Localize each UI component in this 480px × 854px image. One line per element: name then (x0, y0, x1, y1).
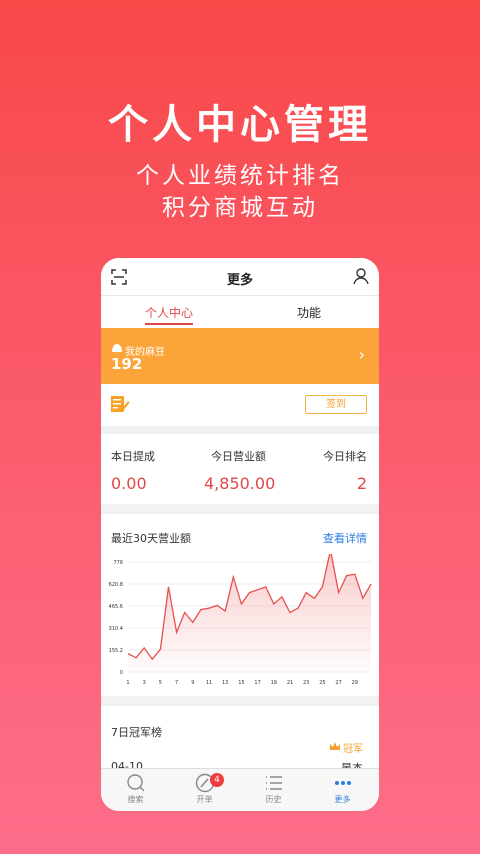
checkin-row: 签到 (101, 384, 379, 426)
x-tick-label: 23 (303, 680, 309, 686)
madou-value: 192 (111, 355, 143, 373)
y-tick-label: 0 (120, 670, 123, 676)
search-icon (126, 774, 144, 792)
chevron-right-icon: › (358, 345, 365, 364)
x-tick-label: 21 (287, 680, 293, 686)
tab-bar: 搜索 开单 4 历史 更多 (101, 768, 379, 811)
order-badge: 4 (210, 773, 224, 787)
x-tick-label: 9 (191, 680, 194, 686)
tab-order[interactable]: 开单 4 (170, 773, 239, 805)
promo-subtitle-1: 个人业绩统计排名 (136, 163, 344, 189)
user-icon[interactable] (353, 268, 369, 285)
checkin-button[interactable]: 签到 (305, 395, 367, 414)
list-icon (265, 776, 282, 790)
phone-screen: 更多 个人中心 功能 我的麻豆 192 › 签到 本日提成 0.00 今日营业额 (101, 258, 379, 811)
madou-card[interactable]: 我的麻豆 192 › (101, 328, 379, 384)
champion-board-title: 7日冠军榜 (111, 726, 162, 739)
y-tick-label: 620.8 (109, 582, 123, 588)
bean-icon (112, 344, 122, 352)
champion-tag: 冠军 (343, 744, 363, 755)
tab-search-label: 搜索 (127, 795, 144, 804)
tab-order-label: 开单 (196, 795, 213, 804)
rank-label: 今日排名 (323, 450, 367, 463)
daily-stats: 本日提成 0.00 今日营业额 4,850.00 今日排名 2 (101, 434, 379, 504)
revenue-chart: 776620.8465.6310.4155.201 3 5 7 9 11 13 15 17 19 2… (109, 554, 372, 686)
promo-subtitle-2: 积分商城互动 (162, 195, 318, 221)
tab-search[interactable]: 搜索 (101, 773, 170, 805)
x-tick-label: 11 (206, 680, 212, 686)
page-title: 更多 (226, 273, 253, 288)
x-tick-label: 27 (335, 680, 341, 686)
x-tick-label: 15 (238, 680, 244, 686)
x-tick-label: 5 (159, 680, 162, 686)
x-tick-label: 19 (271, 680, 277, 686)
tab-more[interactable]: 更多 (308, 773, 377, 805)
navbar: 更多 (101, 258, 379, 296)
tab-history-label: 历史 (265, 795, 282, 804)
segment-control: 个人中心 功能 (101, 296, 379, 328)
crown-icon (330, 742, 340, 750)
commission-value: 0.00 (111, 474, 147, 493)
view-details-link[interactable]: 查看详情 (323, 530, 367, 546)
rank-value: 2 (356, 474, 367, 493)
commission-label: 本日提成 (111, 450, 155, 463)
promo-title: 个人中心管理 (108, 102, 372, 148)
revenue-value: 4,850.00 (204, 474, 276, 493)
y-tick-label: 155.2 (109, 648, 123, 654)
x-tick-label: 25 (319, 680, 325, 686)
x-tick-label: 13 (222, 680, 228, 686)
tab-functions[interactable]: 功能 (264, 304, 354, 321)
x-tick-label: 3 (143, 680, 146, 686)
x-tick-label: 17 (254, 680, 260, 686)
revenue-chart-card: 最近30天营业额 查看详情 776 620.8 465.6 310.4 155.2 0 1 3… (101, 514, 379, 696)
x-tick-label: 7 (175, 680, 178, 686)
revenue-label: 今日营业额 (211, 450, 266, 463)
tab-more-label: 更多 (334, 795, 351, 804)
tab-personal-center[interactable]: 个人中心 (124, 304, 214, 321)
note-edit-icon (111, 396, 130, 412)
y-tick-label: 310.4 (109, 626, 123, 632)
x-tick-label: 29 (352, 680, 358, 686)
y-tick-label: 465.6 (109, 604, 123, 610)
more-dots-icon (334, 781, 351, 785)
chart-title: 最近30天营业额 (111, 532, 191, 545)
tab-history[interactable]: 历史 (239, 773, 308, 805)
x-tick-label: 1 (126, 680, 129, 686)
active-tab-underline (145, 323, 193, 325)
champion-board: 7日冠军榜 冠军 04-10 晏杰 (101, 706, 379, 776)
y-tick-label: 776 (113, 560, 123, 566)
